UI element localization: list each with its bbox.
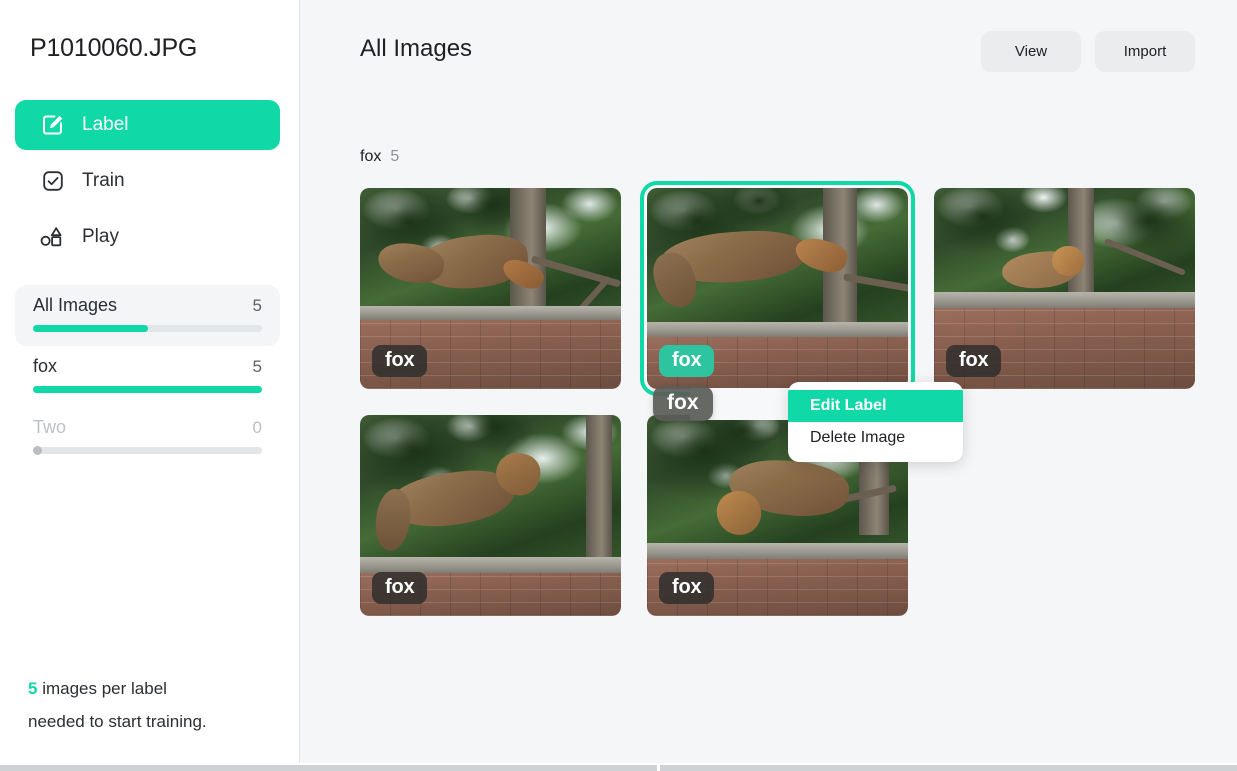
group-name: fox: [360, 148, 382, 165]
sidebar-nav: Label Train Play: [15, 100, 280, 268]
image-label-chip[interactable]: fox: [659, 345, 715, 377]
image-card[interactable]: fox: [360, 415, 621, 616]
label-count: 5: [252, 357, 262, 376]
context-menu-item-edit-label[interactable]: Edit Label: [788, 390, 963, 422]
sidebar-item-label-text: Label: [82, 114, 129, 135]
label-row-head: Two 0: [33, 417, 262, 438]
shapes-icon: [40, 224, 66, 250]
dragging-label-chip[interactable]: fox: [653, 386, 713, 421]
label-progress-fill: [33, 325, 148, 332]
context-menu: Edit Label Delete Image: [788, 382, 963, 462]
image-card[interactable]: fox: [934, 188, 1195, 389]
label-progress-dot: [33, 446, 42, 455]
footnote-line1: images per label: [37, 679, 167, 698]
sidebar-item-label[interactable]: Label: [15, 100, 280, 150]
label-name: Two: [33, 417, 67, 437]
view-button[interactable]: View: [981, 31, 1081, 72]
group-count: 5: [390, 148, 400, 165]
sidebar-item-play[interactable]: Play: [15, 212, 280, 262]
label-progress-fill: [33, 386, 262, 393]
label-row-head: fox 5: [33, 356, 262, 377]
check-square-icon: [40, 168, 66, 194]
app-root: P1010060.JPG Label Train Play All Images…: [0, 0, 1237, 771]
label-count: 5: [252, 296, 262, 315]
label-progress-track: [33, 446, 262, 455]
image-label-chip[interactable]: fox: [372, 345, 428, 377]
label-row-head: All Images 5: [33, 295, 262, 316]
top-actions: View Import: [981, 31, 1195, 72]
label-name: fox: [33, 356, 58, 376]
scrollbar-divider: [657, 765, 660, 771]
sidebar: P1010060.JPG Label Train Play All Images…: [0, 0, 300, 771]
label-count: 0: [252, 418, 262, 437]
label-list: All Images 5 fox 5 Two 0: [15, 285, 280, 468]
group-header: fox 5: [360, 148, 399, 166]
project-title: P1010060.JPG: [30, 34, 198, 62]
page-title: All Images: [360, 35, 473, 62]
sidebar-item-play-text: Play: [82, 226, 119, 247]
label-row-all-images[interactable]: All Images 5: [15, 285, 280, 346]
label-progress-track: [33, 325, 262, 332]
footnote-line2: needed to start training.: [28, 712, 207, 731]
scrollbar-track[interactable]: [0, 765, 1237, 771]
sidebar-item-train-text: Train: [82, 170, 125, 191]
training-requirement-note: 5 images per label needed to start train…: [28, 672, 278, 738]
image-label-chip[interactable]: fox: [659, 572, 715, 604]
image-label-chip[interactable]: fox: [372, 572, 428, 604]
image-card-selected[interactable]: fox: [640, 181, 915, 396]
pencil-square-icon: [40, 112, 66, 138]
main-panel: All Images View Import fox 5 fox fox fox…: [300, 0, 1237, 771]
image-card[interactable]: fox: [360, 188, 621, 389]
label-row-two[interactable]: Two 0: [15, 407, 280, 468]
import-button[interactable]: Import: [1095, 31, 1195, 72]
label-name: All Images: [33, 295, 118, 315]
image-label-chip[interactable]: fox: [946, 345, 1002, 377]
label-row-fox[interactable]: fox 5: [15, 346, 280, 407]
label-progress-track: [33, 386, 262, 393]
context-menu-item-delete-image[interactable]: Delete Image: [788, 422, 963, 454]
sidebar-item-train[interactable]: Train: [15, 156, 280, 206]
horizontal-scrollbar[interactable]: [0, 763, 1237, 771]
